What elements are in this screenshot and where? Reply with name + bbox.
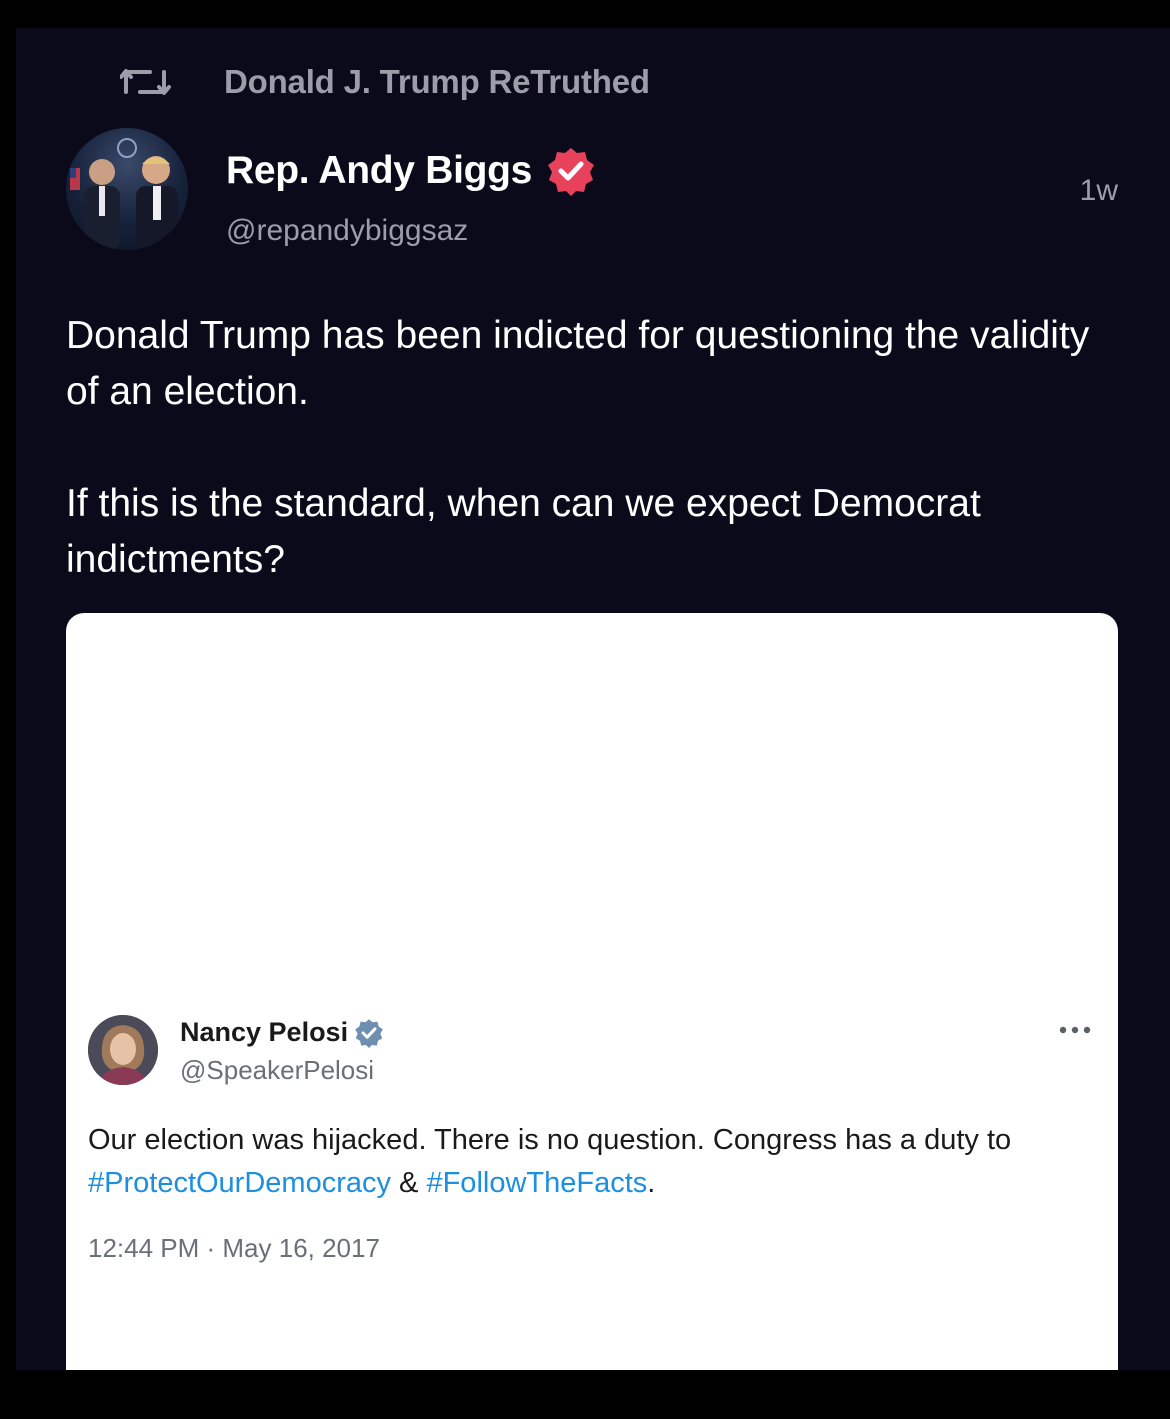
post-paragraph: If this is the standard, when can we exp… xyxy=(66,482,981,581)
retruth-label: Donald J. Trump ReTruthed xyxy=(224,63,650,100)
verified-badge-icon xyxy=(546,146,596,196)
embedded-image-card[interactable]: Nancy Pelosi @SpeakerPelosi Our election… xyxy=(66,613,1118,1370)
embed-verified-icon xyxy=(354,1018,384,1048)
post-body: Donald Trump has been indicted for quest… xyxy=(66,308,1096,644)
author-avatar[interactable] xyxy=(66,128,188,250)
embed-text-part: . xyxy=(647,1167,656,1199)
author-name-row[interactable]: Rep. Andy Biggs xyxy=(226,146,596,196)
embed-text-part: & xyxy=(391,1167,427,1199)
retruth-header[interactable]: Donald J. Trump ReTruthed xyxy=(119,62,650,102)
more-options-icon xyxy=(1058,1023,1092,1037)
embed-tweet-text: Our election was hijacked. There is no q… xyxy=(88,1119,1098,1205)
author-name[interactable]: Rep. Andy Biggs xyxy=(226,149,532,193)
post-paragraph: Donald Trump has been indicted for quest… xyxy=(66,314,1090,413)
embed-name-row: Nancy Pelosi xyxy=(180,1017,384,1048)
embed-avatar xyxy=(88,1015,158,1085)
post-container: Donald J. Trump ReTruthed Rep. Andy Bigg… xyxy=(16,28,1170,1370)
embed-text-part: Our election was hijacked. There is no q… xyxy=(88,1124,1012,1156)
hashtag-protect-our-democracy: #ProtectOurDemocracy xyxy=(88,1167,391,1199)
embed-handle: @SpeakerPelosi xyxy=(180,1055,375,1085)
hashtag-follow-the-facts: #FollowTheFacts xyxy=(426,1167,648,1199)
post-timestamp[interactable]: 1w xyxy=(1080,174,1118,208)
embed-timestamp: 12:44 PM · May 16, 2017 xyxy=(88,1233,380,1263)
author-handle[interactable]: @repandybiggsaz xyxy=(226,214,468,248)
embed-name: Nancy Pelosi xyxy=(180,1017,349,1047)
retruth-icon xyxy=(119,62,172,102)
